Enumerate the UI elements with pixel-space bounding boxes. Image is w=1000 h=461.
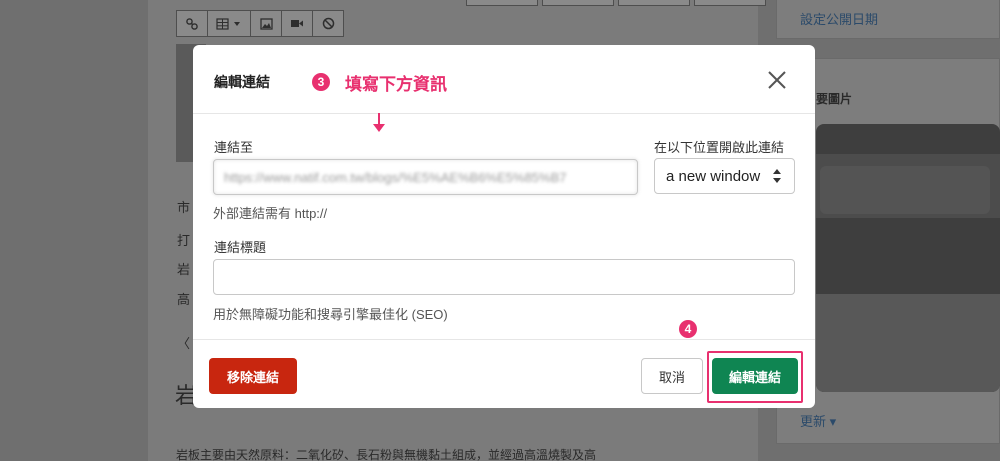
annotation-step-3-badge: 3	[312, 73, 330, 91]
annotation-step-3-text: 填寫下方資訊	[345, 75, 447, 94]
seo-help: 用於無障礙功能和搜尋引擎最佳化 (SEO)	[213, 307, 448, 322]
open-in-label: 在以下位置開啟此連結	[654, 140, 785, 155]
remove-link-button[interactable]: 移除連結	[209, 358, 297, 394]
background-text-line: 市	[177, 200, 191, 215]
background-featured-image	[816, 124, 1000, 392]
table-icon	[207, 10, 251, 37]
video-icon	[281, 10, 313, 37]
cancel-button[interactable]: 取消	[641, 358, 703, 394]
link-icon	[176, 10, 208, 37]
background-text-line: 岩	[177, 262, 191, 277]
background-text-line: 高	[177, 292, 191, 307]
select-arrows-icon	[773, 169, 781, 183]
background-text-line: 〈	[177, 336, 191, 351]
annotation-highlight-box	[707, 351, 803, 403]
modal-header: 編輯連結 3 填寫下方資訊	[193, 45, 815, 114]
modal-title: 編輯連結	[214, 74, 270, 90]
background-link-update: 更新 ▾	[800, 414, 837, 429]
background-card-title: 要圖片	[816, 92, 853, 106]
external-link-help: 外部連結需有 http://	[213, 206, 328, 221]
url-input-frame	[213, 159, 638, 195]
background-top-buttons	[466, 0, 766, 6]
close-icon	[768, 71, 786, 89]
open-in-select[interactable]: a new window	[654, 158, 795, 194]
background-link-schedule: 設定公開日期	[800, 12, 879, 27]
background-paragraph: 岩板主要由天然原料：二氧化矽、長石粉與無機黏土組成，並經過高溫燒製及高	[176, 448, 597, 461]
close-button[interactable]	[766, 69, 788, 91]
modal-footer: 移除連結 取消 編輯連結	[193, 339, 815, 408]
background-text-line: 打	[177, 233, 191, 248]
image-icon	[250, 10, 282, 37]
link-to-label: 連結至	[214, 140, 254, 155]
edit-link-modal: 編輯連結 3 填寫下方資訊 連結至 在以下位置開啟此連結 https://www…	[193, 45, 815, 408]
link-title-label: 連結標題	[214, 240, 267, 255]
clear-format-icon	[312, 10, 344, 37]
open-in-selected-value: a new window	[666, 167, 761, 185]
annotation-step-4-badge: 4	[679, 320, 697, 338]
annotation-arrow-head	[373, 124, 385, 132]
background-editor-toolbar	[176, 10, 344, 37]
link-title-input[interactable]	[213, 259, 795, 295]
